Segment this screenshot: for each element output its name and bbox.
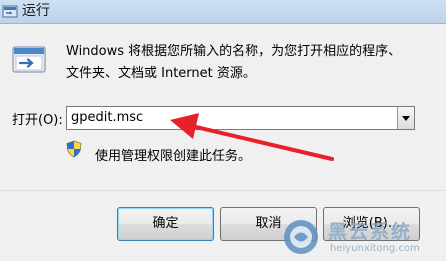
open-label: 打开(O): (12, 113, 63, 128)
dialog-description: Windows 将根据您所输入的名称，为您打开相应的程序、 文件夹、文档或 In… (66, 41, 426, 85)
watermark-title: 黑云系统 (328, 221, 413, 243)
watermark: 黑云系统 heiyunxitong.com (282, 214, 446, 261)
run-app-icon (2, 5, 18, 18)
window-title: 运行 (22, 3, 50, 19)
watermark-logo-icon (284, 220, 318, 254)
ok-button[interactable]: 确定 (117, 207, 214, 241)
chevron-down-icon[interactable] (397, 107, 414, 129)
watermark-url: heiyunxitong.com (330, 243, 420, 254)
open-combobox[interactable]: gpedit.msc (66, 106, 415, 130)
title-bar: 运行 (0, 0, 446, 24)
divider (0, 190, 446, 191)
description-line: Windows 将根据您所输入的名称，为您打开相应的程序、 (66, 44, 402, 59)
admin-privileges-note: 使用管理权限创建此任务。 (95, 149, 252, 164)
shield-icon (66, 140, 82, 158)
description-line: 文件夹、文档或 Internet 资源。 (66, 66, 256, 81)
open-input[interactable]: gpedit.msc (71, 110, 143, 126)
run-app-icon (12, 46, 46, 73)
